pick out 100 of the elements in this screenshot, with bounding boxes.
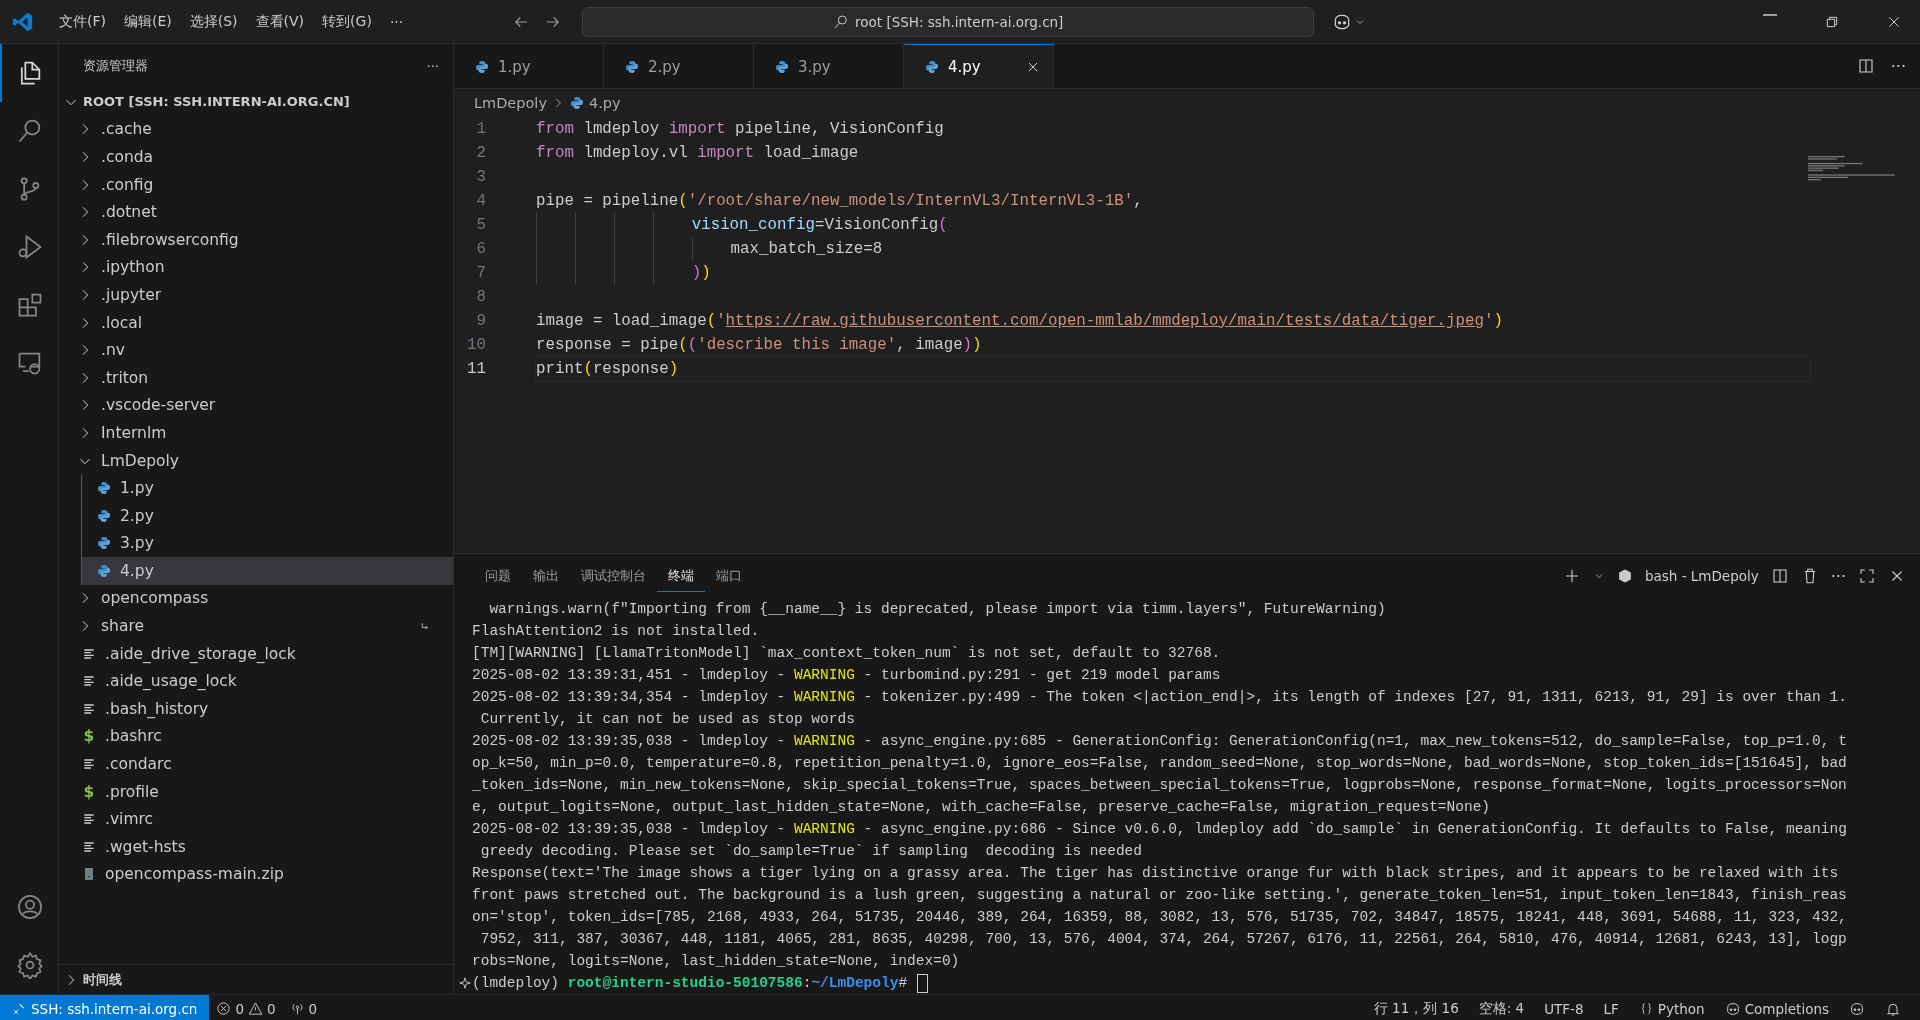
- terminal-line: front paws stretched out. The background is a lush green, suggesting a natural or zoo-like setting.', generate_token_len=51, input_token_len=1843, finish_reas: [472, 886, 1848, 905]
- tree-item[interactable]: 1.py: [82, 474, 453, 502]
- item-label: .local: [101, 313, 143, 332]
- tree-item[interactable]: LmDepoly: [59, 446, 453, 475]
- line-number: 5: [475, 216, 487, 234]
- root-folder-label: ROOT [SSH: SSH.INTERN-AI.ORG.CN]: [83, 94, 350, 110]
- code-line: vision_config=VisionConfig(: [536, 213, 1810, 237]
- breadcrumb-item[interactable]: LmDepoly: [474, 95, 547, 111]
- command-center-search[interactable]: root [SSH: ssh.intern-ai.org.cn]: [582, 6, 1315, 37]
- tree-item[interactable]: .nv: [59, 336, 453, 364]
- tree-item[interactable]: 3.py: [82, 529, 453, 558]
- code-line: from lmdeploy import pipeline, VisionConfig: [536, 119, 945, 140]
- status-item[interactable]: 空格: 4: [1471, 999, 1532, 1018]
- panel-tab[interactable]: 调试控制台: [570, 560, 657, 592]
- tree-item[interactable]: .vscode-server: [59, 391, 453, 420]
- more-actions-button[interactable]: ···: [1890, 56, 1906, 76]
- tree-item[interactable]: .condarc: [59, 750, 453, 778]
- tree-item[interactable]: 4.py: [82, 557, 453, 585]
- remote-indicator[interactable]: SSH: ssh.intern-ai.org.cn: [0, 995, 210, 1020]
- copilot-icon: [1724, 1000, 1741, 1017]
- terminal-line: [TM][WARNING] [LlamaTritonModel] `max_context_token_num` is not set, default to 32768.: [472, 644, 1222, 663]
- ports-status[interactable]: 0: [282, 1000, 325, 1017]
- terminal-line: FlashAttention2 is not installed.: [472, 622, 761, 641]
- panel-tab[interactable]: 输出: [522, 560, 570, 592]
- menu-item[interactable]: 编辑(E): [115, 8, 181, 35]
- error-icon: [216, 1001, 232, 1016]
- more-actions-button[interactable]: ···: [426, 58, 439, 74]
- tree-item[interactable]: .ipython: [59, 253, 453, 282]
- remote-icon: [12, 1001, 26, 1016]
- menu-item[interactable]: 文件(F): [50, 8, 115, 35]
- code-line: pipe = pipeline('/root/share/new_models/InternVL3/InternVL3-1B',: [536, 191, 1144, 212]
- terminal-line: e, output_logits=None, output_last_hidden_state=None, with_cache=False, preserve_cache=False, migration_request=None): [472, 798, 1492, 817]
- more-actions-button[interactable]: ···: [1830, 566, 1846, 586]
- terminal-line: Response(text='The image shows a tiger lying on a grassy area. The tiger has distinctive orange fur with black stripes, and it appears to be relaxed with its: [472, 864, 1840, 883]
- panel-tab[interactable]: 端口: [705, 560, 753, 592]
- item-label: 1.py: [120, 479, 154, 498]
- status-item[interactable]: 行 11，列 16: [1366, 999, 1466, 1018]
- item-label: opencompass-main.zip: [105, 865, 284, 884]
- item-label: .bash_history: [105, 699, 209, 718]
- language-mode[interactable]: Python: [1631, 1000, 1712, 1017]
- run-debug-icon: [16, 233, 44, 261]
- menu-item[interactable]: 转到(G): [313, 8, 381, 35]
- tree-item[interactable]: $ .bashrc: [59, 722, 453, 751]
- status-item[interactable]: LF: [1596, 1000, 1626, 1017]
- tree-item[interactable]: .aide_usage_lock: [59, 667, 453, 696]
- tree-item[interactable]: opencompass: [59, 584, 453, 613]
- tree-item[interactable]: .jupyter: [59, 281, 453, 309]
- tree-item[interactable]: .triton: [59, 363, 453, 392]
- extensions-icon: [16, 291, 44, 319]
- status-item[interactable]: UTF-8: [1537, 1000, 1591, 1017]
- completions-status[interactable]: Completions: [1717, 1000, 1836, 1017]
- tree-item[interactable]: .config: [59, 170, 453, 199]
- minimize-icon[interactable]: [1762, 13, 1778, 16]
- file-type-icon: $: [81, 727, 97, 746]
- tree-item[interactable]: .conda: [59, 143, 453, 171]
- copilot-icon: [1849, 1000, 1865, 1017]
- tree-item[interactable]: .bash_history: [59, 695, 453, 723]
- panel-tab[interactable]: 终端: [657, 560, 705, 592]
- line-number: 6: [475, 240, 487, 258]
- item-label: .vscode-server: [101, 396, 216, 415]
- menu-item[interactable]: 查看(V): [246, 8, 314, 35]
- tree-item[interactable]: Internlm: [59, 419, 453, 447]
- tree-item[interactable]: $ .profile: [59, 777, 453, 806]
- timeline-label: 时间线: [83, 970, 122, 989]
- panel-tab[interactable]: 问题: [474, 560, 522, 592]
- line-number: 3: [475, 168, 487, 186]
- tree-item[interactable]: .vimrc: [59, 805, 453, 834]
- item-label: .nv: [101, 341, 125, 360]
- item-label: .vimrc: [105, 810, 154, 829]
- item-label: .wget-hsts: [105, 837, 186, 856]
- tree-item[interactable]: .cache: [59, 115, 453, 144]
- tree-item[interactable]: .filebrowserconfig: [59, 225, 453, 254]
- terminal-line: 2025-08-02 13:39:35,038 - lmdeploy - WARNING - async_engine.py:686 - Since v0.6.0, lmdeploy add `do_sample` in GenerationConfig. It defaults to False, meaning: [472, 820, 1848, 839]
- item-label: .aide_usage_lock: [105, 672, 237, 691]
- python-icon: [96, 562, 112, 579]
- search-icon: [833, 13, 850, 30]
- terminal-line: _token_ids=None, min_new_tokens=None, skip_special_tokens=True, spaces_between_special_tokens=True, logprobs=None, response_format=None, logits_processors=Non: [472, 776, 1848, 795]
- problems-status[interactable]: 0 0: [209, 1000, 283, 1017]
- tree-item[interactable]: share: [59, 612, 453, 640]
- item-label: Internlm: [101, 423, 167, 442]
- item-label: .cache: [101, 120, 152, 139]
- breadcrumb-item[interactable]: 4.py: [589, 95, 621, 111]
- tree-item[interactable]: .dotnet: [59, 198, 453, 226]
- terminal-line: 2025-08-02 13:39:31,451 - lmdeploy - WARNING - turbomind.py:291 - get 219 model params: [472, 666, 1222, 685]
- tree-item[interactable]: .aide_drive_storage_lock: [59, 639, 453, 668]
- terminal-name[interactable]: bash - LmDepoly: [1644, 568, 1759, 584]
- terminal-prompt[interactable]: (lmdeploy) root@intern-studio-50107586:~/LmDepoly#: [472, 972, 928, 994]
- split-terminal-icon: [1770, 567, 1789, 585]
- settings-icon: [16, 951, 44, 979]
- menu-item[interactable]: 选择(S): [180, 8, 247, 35]
- tree-item[interactable]: 2.py: [82, 501, 453, 530]
- root-folder-header[interactable]: ROOT [SSH: SSH.INTERN-AI.ORG.CN]: [59, 88, 453, 116]
- menu-item[interactable]: ···: [380, 9, 413, 34]
- sparkle-icon: [458, 976, 472, 990]
- tree-item[interactable]: opencompass-main.zip: [59, 860, 453, 889]
- split-editor-icon: [1856, 57, 1875, 75]
- editor-tab[interactable]: 4.py: [904, 44, 1054, 88]
- tree-item[interactable]: .wget-hsts: [59, 833, 453, 861]
- line-number: 9: [475, 312, 487, 330]
- tree-item[interactable]: .local: [59, 308, 453, 337]
